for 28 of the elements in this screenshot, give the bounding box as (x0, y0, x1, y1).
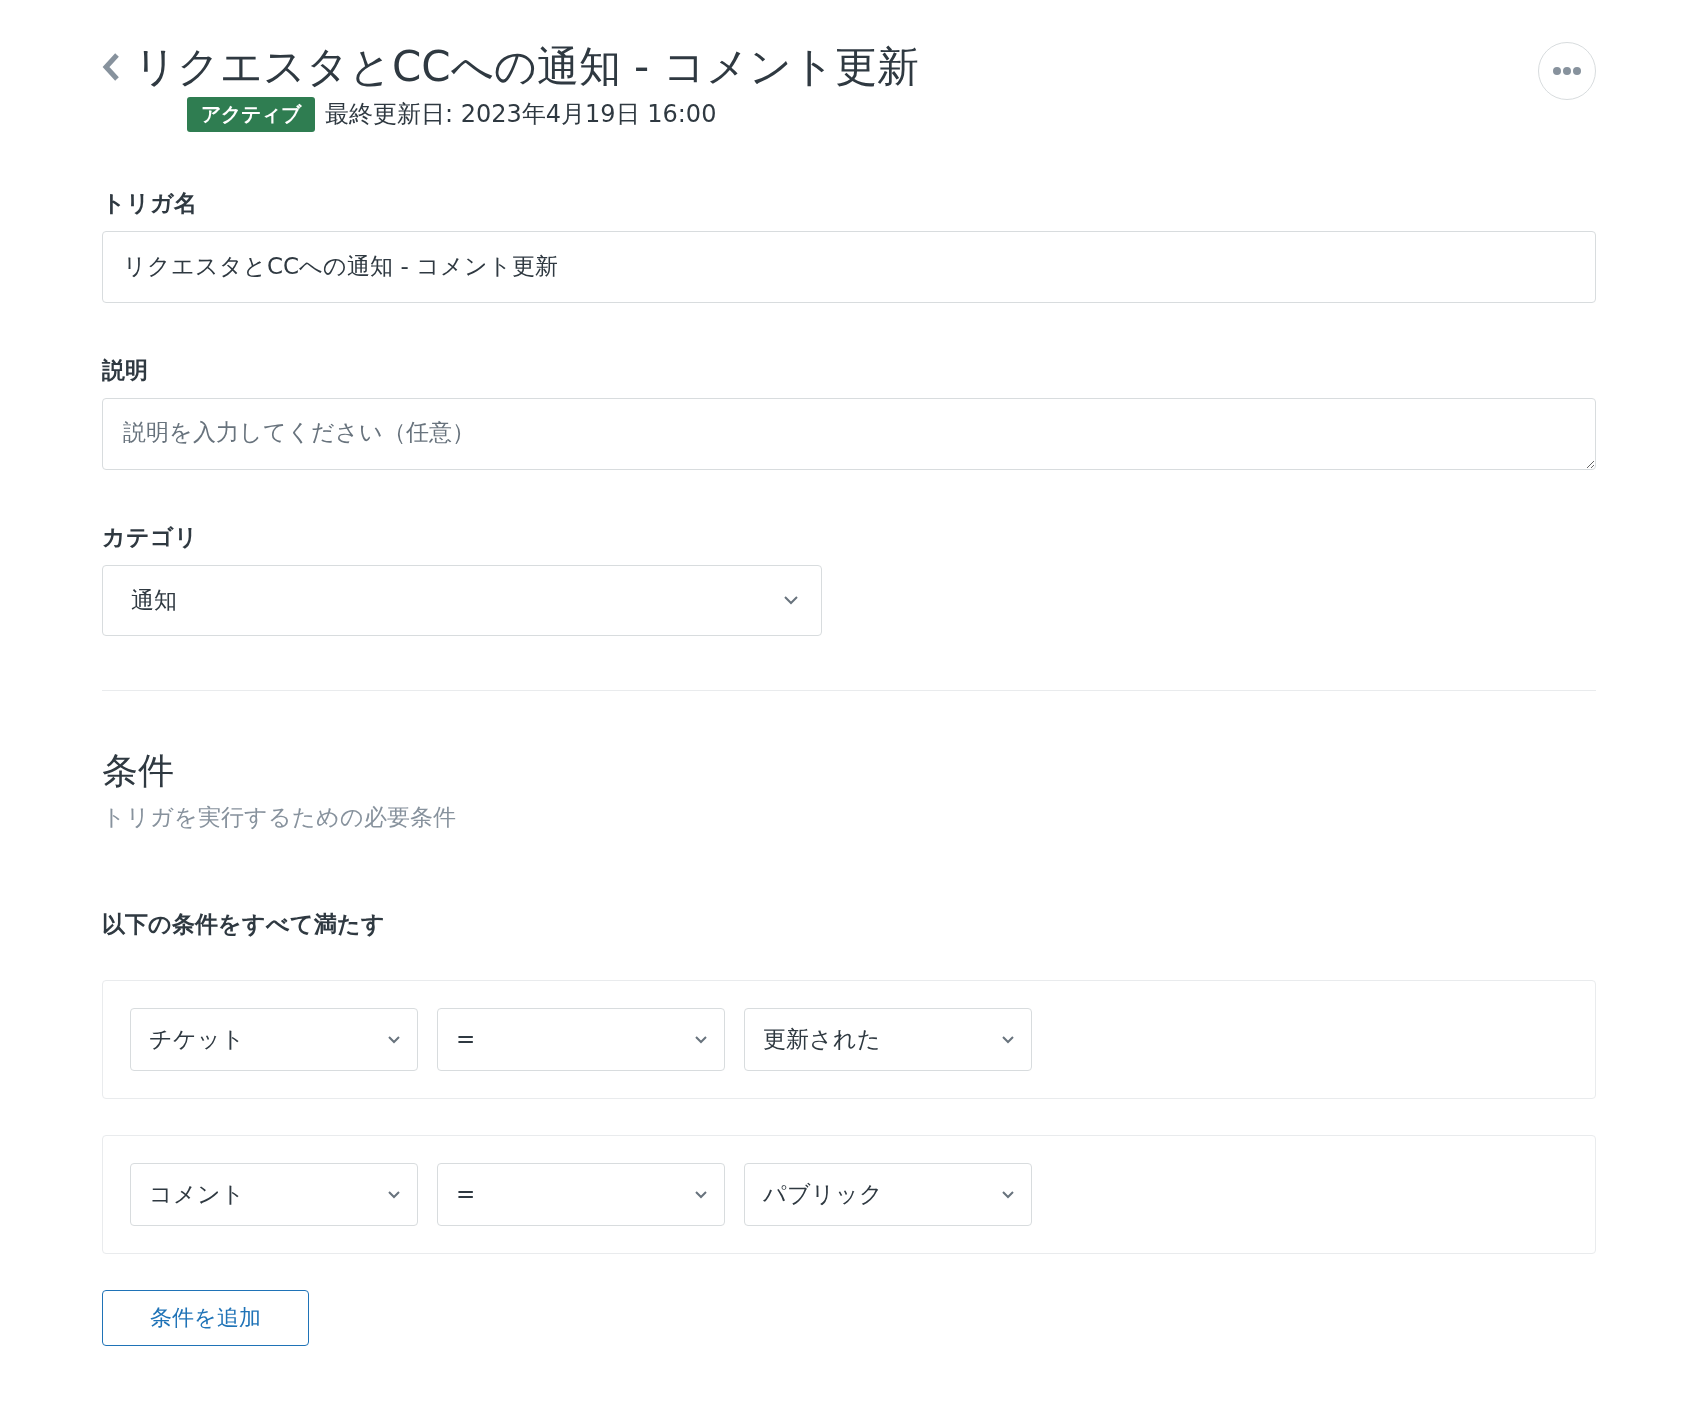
back-chevron-icon[interactable] (102, 52, 120, 83)
category-select[interactable]: 通知 (102, 564, 822, 636)
chevron-down-icon (694, 1189, 708, 1199)
field-label: 説明 (102, 355, 149, 385)
condition-select[interactable]: チケット (130, 1007, 418, 1071)
description-textarea[interactable]: 説明を入力してください（任意） (102, 397, 1596, 470)
ellipsis-icon (1553, 67, 1581, 75)
trigger-name-input[interactable]: リクエスタとCCへの通知 - コメント更新 (102, 230, 1596, 303)
last-updated-text: 最終更新日: 2023年4月19日 16:00 (325, 99, 717, 131)
field-label: カテゴリ (102, 522, 199, 552)
group-label: 以下の条件をすべて満たす (102, 909, 386, 939)
condition-select[interactable]: コメント (130, 1162, 418, 1226)
condition-select[interactable]: 更新された (744, 1007, 1032, 1071)
condition-select[interactable]: = (437, 1162, 725, 1226)
chevron-down-icon (1001, 1189, 1015, 1199)
chevron-down-icon (1001, 1034, 1015, 1044)
status-badge: アクティブ (187, 96, 315, 132)
condition-select[interactable]: パブリック (744, 1162, 1032, 1226)
field-label: トリガ名 (102, 188, 198, 218)
section-subtitle: トリガを実行するための必要条件 (102, 802, 457, 832)
chevron-down-icon (783, 595, 799, 606)
chevron-down-icon (387, 1189, 401, 1199)
chevron-down-icon (387, 1034, 401, 1044)
section-title: 条件 (102, 748, 175, 793)
add-condition-button[interactable]: 条件を追加 (102, 1289, 309, 1346)
page-title: リクエスタとCCへの通知 - コメント更新 (134, 41, 919, 93)
condition-select[interactable]: = (437, 1007, 725, 1071)
chevron-down-icon (694, 1034, 708, 1044)
